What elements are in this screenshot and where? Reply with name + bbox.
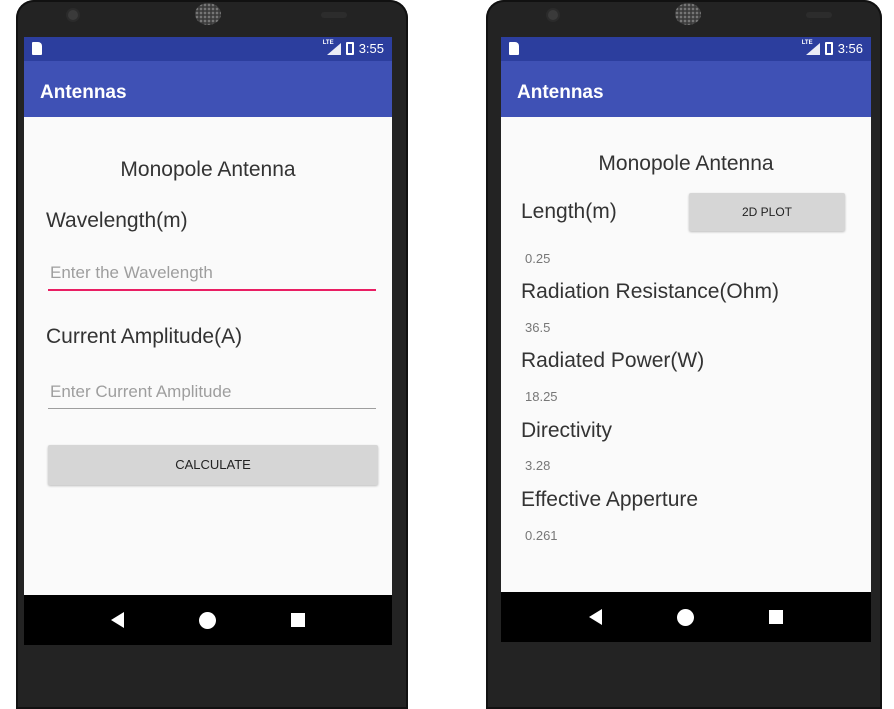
effective-aperture-label: Effective Apperture bbox=[521, 488, 699, 511]
speaker-grille bbox=[675, 3, 701, 25]
app-title: Antennas bbox=[517, 82, 604, 103]
back-icon[interactable] bbox=[111, 612, 125, 628]
phone-right: LTE 3:56 Antennas Monopole Antenna Lengt… bbox=[486, 0, 882, 709]
app-title: Antennas bbox=[40, 82, 127, 103]
home-icon[interactable] bbox=[676, 608, 694, 626]
radiated-power-label: Radiated Power(W) bbox=[521, 349, 705, 372]
signal-icon: LTE bbox=[802, 40, 820, 55]
length-label: Length(m) bbox=[521, 200, 617, 223]
front-camera bbox=[548, 10, 558, 20]
signal-icon: LTE bbox=[323, 40, 341, 55]
current-amplitude-input[interactable] bbox=[48, 379, 376, 409]
home-icon[interactable] bbox=[198, 611, 216, 629]
sim-card-icon bbox=[32, 42, 42, 55]
page-title: Monopole Antenna bbox=[598, 152, 774, 175]
wavelength-input[interactable] bbox=[48, 261, 376, 291]
signal-label: LTE bbox=[322, 39, 334, 46]
effective-aperture-value: 0.261 bbox=[525, 528, 558, 543]
status-time: 3:56 bbox=[837, 41, 863, 56]
content-area: Monopole Antenna Wavelength(m) Current A… bbox=[24, 117, 392, 595]
directivity-label: Directivity bbox=[521, 419, 613, 442]
sim-card-icon bbox=[509, 42, 519, 55]
front-camera bbox=[68, 10, 78, 20]
content-area: Monopole Antenna Length(m) 2D PLOT 0.25 … bbox=[501, 117, 871, 595]
calculate-button[interactable]: CALCULATE bbox=[48, 445, 378, 485]
navigation-bar bbox=[501, 592, 871, 642]
recents-icon[interactable] bbox=[769, 610, 784, 624]
app-bar: Antennas bbox=[501, 61, 871, 117]
status-bar: LTE 3:56 bbox=[501, 37, 871, 61]
phone-left: LTE 3:55 Antennas Monopole Antenna Wavel… bbox=[16, 0, 408, 709]
radiation-resistance-label: Radiation Resistance(Ohm) bbox=[521, 280, 779, 303]
status-bar: LTE 3:55 bbox=[24, 37, 392, 61]
battery-icon bbox=[824, 42, 833, 55]
wavelength-label: Wavelength(m) bbox=[46, 209, 188, 232]
speaker-grille bbox=[195, 3, 221, 25]
navigation-bar bbox=[24, 595, 392, 645]
proximity-sensor bbox=[321, 12, 347, 18]
directivity-value: 3.28 bbox=[525, 458, 551, 473]
length-value: 0.25 bbox=[525, 251, 551, 266]
2d-plot-button[interactable]: 2D PLOT bbox=[689, 193, 845, 231]
screen-left: LTE 3:55 Antennas Monopole Antenna Wavel… bbox=[24, 37, 392, 645]
current-amplitude-label: Current Amplitude(A) bbox=[46, 325, 243, 348]
screen-right: LTE 3:56 Antennas Monopole Antenna Lengt… bbox=[501, 37, 871, 642]
app-bar: Antennas bbox=[24, 61, 392, 117]
page-title: Monopole Antenna bbox=[120, 158, 296, 181]
proximity-sensor bbox=[806, 12, 832, 18]
radiation-resistance-value: 36.5 bbox=[525, 320, 551, 335]
recents-icon[interactable] bbox=[290, 613, 305, 627]
battery-icon bbox=[345, 42, 354, 55]
back-icon[interactable] bbox=[588, 609, 602, 625]
radiated-power-value: 18.25 bbox=[525, 389, 558, 404]
signal-label: LTE bbox=[801, 39, 813, 46]
status-time: 3:55 bbox=[358, 41, 384, 56]
